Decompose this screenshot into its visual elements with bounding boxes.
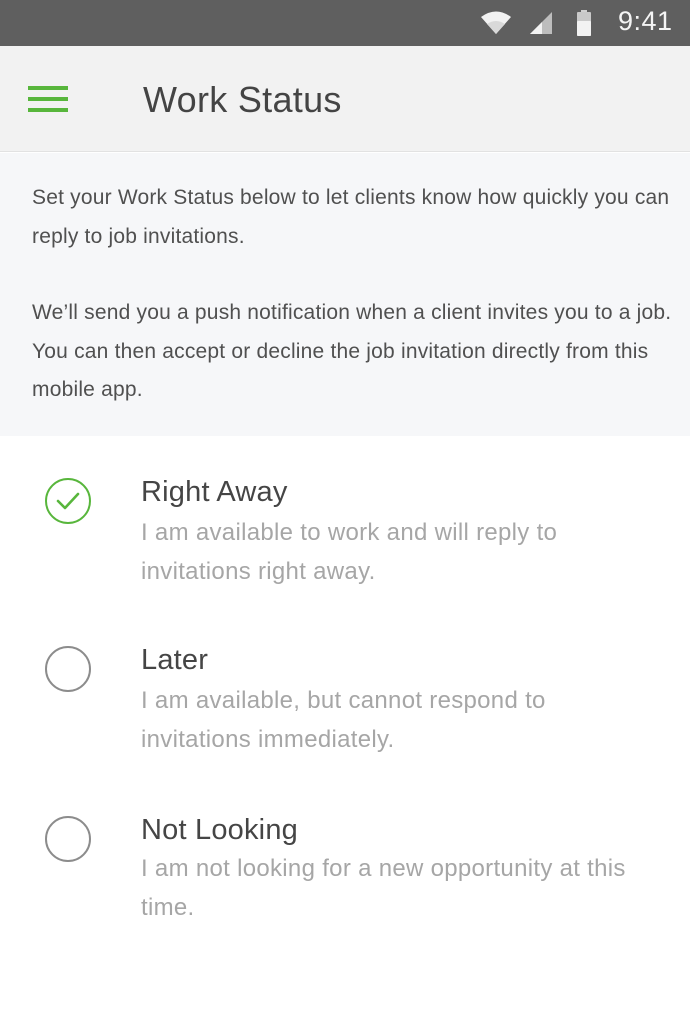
status-time: 9:41 <box>618 6 673 36</box>
option-right-away[interactable]: Right Away I am available to work and wi… <box>0 436 690 586</box>
menu-button[interactable] <box>22 74 74 124</box>
radio-unchecked[interactable] <box>45 816 91 862</box>
option-description: I am available to work and will reply to… <box>141 519 558 585</box>
option-title: Right Away <box>141 476 288 508</box>
option-description: I am available, but cannot respond to in… <box>141 687 546 753</box>
wifi-icon <box>480 0 512 46</box>
option-later[interactable]: Later I am available, but cannot respond… <box>0 604 690 754</box>
intro-paragraph: We’ll send you a push notification when … <box>32 301 672 401</box>
option-title: Later <box>141 644 209 676</box>
option-description: I am not looking for a new opportunity a… <box>141 855 626 921</box>
intro-section: Set your Work Status below to let client… <box>0 153 690 436</box>
intro-paragraph: Set your Work Status below to let client… <box>32 186 670 248</box>
option-not-looking[interactable]: Not Looking I am not looking for a new o… <box>0 772 690 922</box>
hamburger-menu-icon <box>28 86 68 112</box>
check-icon <box>56 492 80 510</box>
status-bar: 9:41 <box>0 0 690 46</box>
radio-checked[interactable] <box>45 478 91 524</box>
app-bar: Work Status <box>0 46 690 152</box>
cell-signal-icon <box>528 0 554 46</box>
page-title: Work Status <box>143 79 342 120</box>
option-title: Not Looking <box>141 814 298 846</box>
battery-icon <box>576 0 592 46</box>
radio-unchecked[interactable] <box>45 646 91 692</box>
